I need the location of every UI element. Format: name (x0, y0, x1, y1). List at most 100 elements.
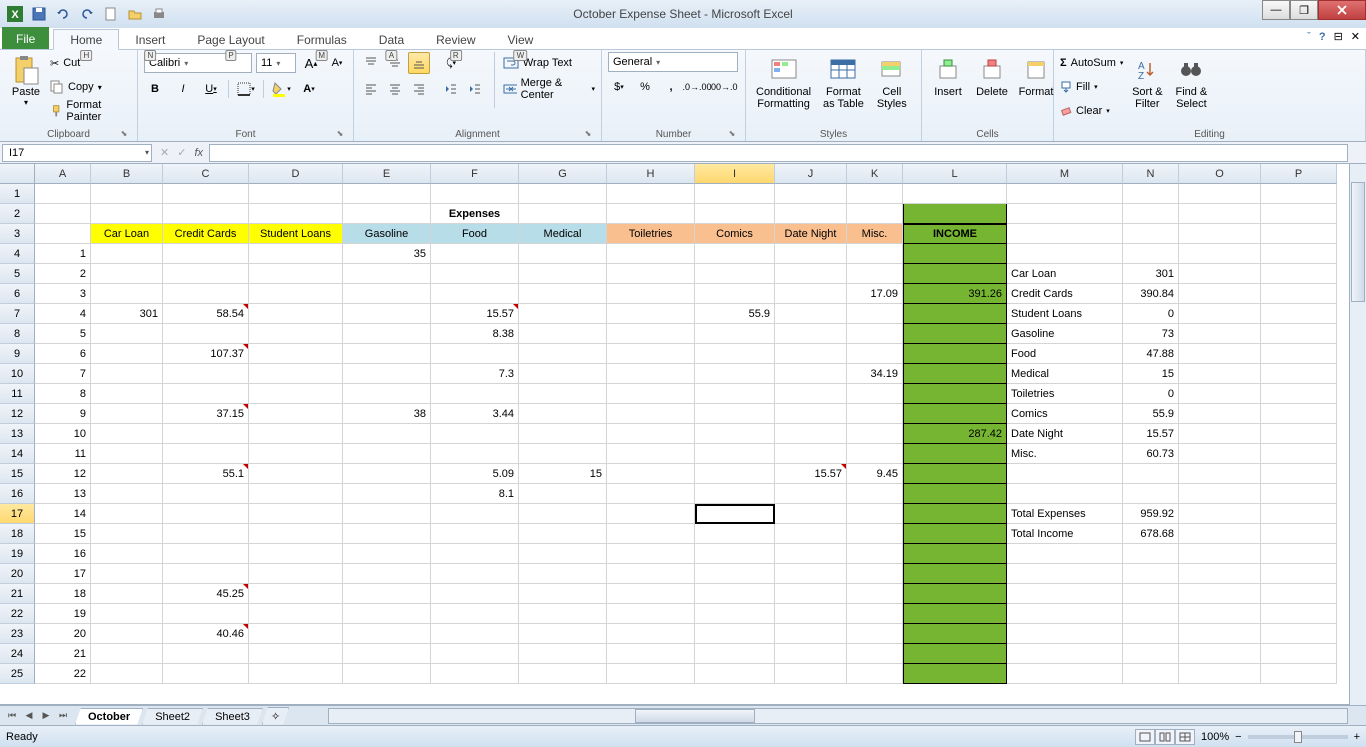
cell-E9[interactable] (343, 344, 431, 364)
cell-I2[interactable] (695, 204, 775, 224)
cell-B2[interactable] (91, 204, 163, 224)
cell-J7[interactable] (775, 304, 847, 324)
cell-C9[interactable] (163, 344, 249, 364)
cell-H19[interactable] (607, 544, 695, 564)
cell-L7[interactable] (903, 304, 1007, 324)
maximize-button[interactable]: ❐ (1290, 0, 1318, 20)
cell-A3[interactable] (35, 224, 91, 244)
cell-M24[interactable] (1007, 644, 1123, 664)
cell-I18[interactable] (695, 524, 775, 544)
cell-B10[interactable] (91, 364, 163, 384)
cell-D6[interactable] (249, 284, 343, 304)
cell-K5[interactable] (847, 264, 903, 284)
cell-D7[interactable] (249, 304, 343, 324)
cell-B20[interactable] (91, 564, 163, 584)
cell-H13[interactable] (607, 424, 695, 444)
cell-K24[interactable] (847, 644, 903, 664)
cell-D3[interactable]: Student Loans (249, 224, 343, 244)
cell-C24[interactable] (163, 644, 249, 664)
cell-L11[interactable] (903, 384, 1007, 404)
cell-K21[interactable] (847, 584, 903, 604)
percent-button[interactable]: % (634, 76, 656, 98)
cell-E21[interactable] (343, 584, 431, 604)
cell-B6[interactable] (91, 284, 163, 304)
cell-L18[interactable] (903, 524, 1007, 544)
cell-I17[interactable] (695, 504, 775, 524)
row-header-2[interactable]: 2 (0, 204, 35, 224)
cell-E3[interactable]: Gasoline (343, 224, 431, 244)
column-header-H[interactable]: H (607, 164, 695, 184)
cell-O16[interactable] (1179, 484, 1261, 504)
cell-F19[interactable] (431, 544, 519, 564)
cell-K14[interactable] (847, 444, 903, 464)
cell-L5[interactable] (903, 264, 1007, 284)
cell-C25[interactable] (163, 664, 249, 684)
align-right-button[interactable] (408, 78, 430, 100)
cell-I4[interactable] (695, 244, 775, 264)
row-header-22[interactable]: 22 (0, 604, 35, 624)
cell-F12[interactable]: 3.44 (431, 404, 519, 424)
cell-D17[interactable] (249, 504, 343, 524)
cell-K12[interactable] (847, 404, 903, 424)
cell-P11[interactable] (1261, 384, 1337, 404)
cell-K22[interactable] (847, 604, 903, 624)
select-all-corner[interactable] (0, 164, 35, 184)
cell-C4[interactable] (163, 244, 249, 264)
cell-P17[interactable] (1261, 504, 1337, 524)
cell-O14[interactable] (1179, 444, 1261, 464)
cell-H23[interactable] (607, 624, 695, 644)
cell-N19[interactable] (1123, 544, 1179, 564)
cell-styles-button[interactable]: Cell Styles (872, 52, 912, 112)
cell-N3[interactable] (1123, 224, 1179, 244)
cell-H12[interactable] (607, 404, 695, 424)
cell-G19[interactable] (519, 544, 607, 564)
cell-O8[interactable] (1179, 324, 1261, 344)
cell-N13[interactable]: 15.57 (1123, 424, 1179, 444)
cell-H18[interactable] (607, 524, 695, 544)
cell-J4[interactable] (775, 244, 847, 264)
cell-K23[interactable] (847, 624, 903, 644)
cell-J11[interactable] (775, 384, 847, 404)
increase-decimal-button[interactable]: .0→.00 (686, 76, 708, 98)
cell-O15[interactable] (1179, 464, 1261, 484)
qat-save[interactable] (28, 3, 50, 25)
column-header-G[interactable]: G (519, 164, 607, 184)
window-restore-icon[interactable]: ⊟ (1334, 30, 1343, 43)
cell-M11[interactable]: Toiletries (1007, 384, 1123, 404)
cell-F6[interactable] (431, 284, 519, 304)
cell-K2[interactable] (847, 204, 903, 224)
cell-N8[interactable]: 73 (1123, 324, 1179, 344)
row-header-18[interactable]: 18 (0, 524, 35, 544)
cell-E15[interactable] (343, 464, 431, 484)
cell-N11[interactable]: 0 (1123, 384, 1179, 404)
cell-L23[interactable] (903, 624, 1007, 644)
cell-F9[interactable] (431, 344, 519, 364)
bold-button[interactable]: B (144, 78, 166, 100)
cell-N15[interactable] (1123, 464, 1179, 484)
cell-C8[interactable] (163, 324, 249, 344)
sheet-nav-next[interactable]: ▶ (38, 708, 54, 724)
cell-E23[interactable] (343, 624, 431, 644)
cell-O3[interactable] (1179, 224, 1261, 244)
cell-C1[interactable] (163, 184, 249, 204)
name-box[interactable]: I17▾ (2, 144, 152, 162)
cell-G24[interactable] (519, 644, 607, 664)
cell-C17[interactable] (163, 504, 249, 524)
cell-H24[interactable] (607, 644, 695, 664)
cell-O2[interactable] (1179, 204, 1261, 224)
cell-M19[interactable] (1007, 544, 1123, 564)
cell-F3[interactable]: Food (431, 224, 519, 244)
minimize-button[interactable]: — (1262, 0, 1290, 20)
column-header-B[interactable]: B (91, 164, 163, 184)
cell-B5[interactable] (91, 264, 163, 284)
cell-G1[interactable] (519, 184, 607, 204)
cell-L2[interactable] (903, 204, 1007, 224)
cell-K20[interactable] (847, 564, 903, 584)
cell-F20[interactable] (431, 564, 519, 584)
zoom-out-button[interactable]: − (1235, 731, 1241, 743)
tab-page-layout[interactable]: Page LayoutP (181, 30, 280, 49)
cell-M17[interactable]: Total Expenses (1007, 504, 1123, 524)
tab-review[interactable]: ReviewR (420, 30, 491, 49)
cell-G14[interactable] (519, 444, 607, 464)
cell-G9[interactable] (519, 344, 607, 364)
